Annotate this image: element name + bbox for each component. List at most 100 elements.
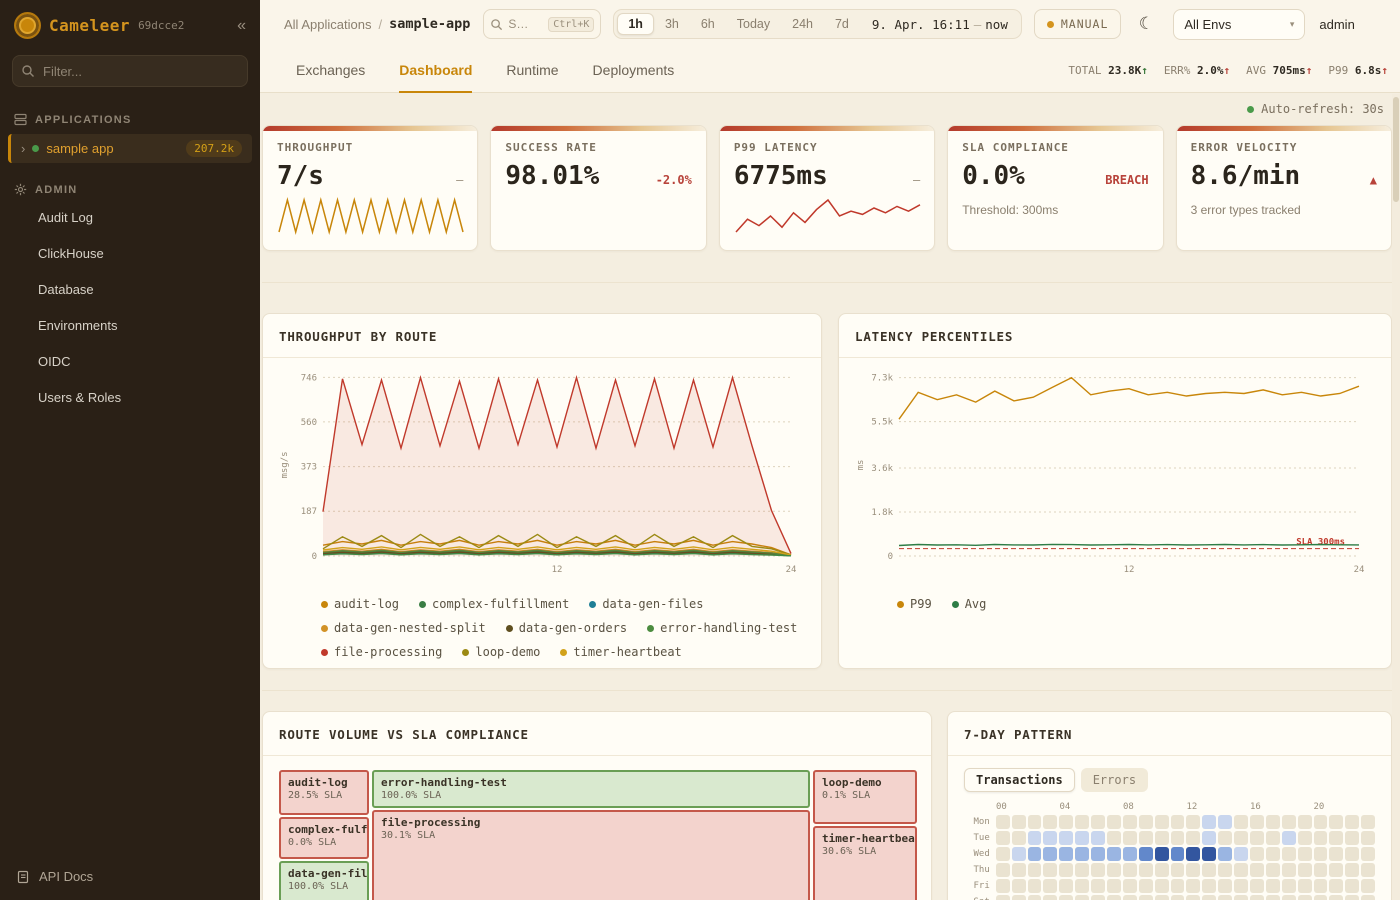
tab-dashboard[interactable]: Dashboard bbox=[399, 48, 472, 92]
manual-label: MANUAL bbox=[1061, 17, 1109, 31]
kpi-value-row: 0.0%BREACH bbox=[962, 161, 1148, 191]
toggle-errors[interactable]: Errors bbox=[1081, 768, 1148, 792]
tab-deployments[interactable]: Deployments bbox=[593, 48, 675, 92]
legend-item-file-processing[interactable]: file-processing bbox=[321, 645, 442, 659]
time-range-1h[interactable]: 1h bbox=[617, 13, 654, 35]
treemap-cell-timer-heartbeat[interactable]: timer-heartbeat30.6% SLA bbox=[813, 826, 917, 900]
env-select-value: All Envs bbox=[1184, 17, 1231, 32]
scrollbar[interactable] bbox=[1392, 94, 1400, 900]
heat-cell bbox=[1298, 815, 1312, 829]
search-box[interactable]: S… Ctrl+K bbox=[483, 9, 601, 39]
time-range-7d[interactable]: 7d bbox=[824, 13, 860, 35]
heat-cell bbox=[1107, 847, 1121, 861]
legend-item-timer-heartbeat[interactable]: timer-heartbeat bbox=[560, 645, 681, 659]
svg-text:0: 0 bbox=[312, 552, 317, 562]
heat-cell bbox=[1012, 895, 1026, 900]
env-select[interactable]: All Envs ▾ bbox=[1173, 9, 1305, 40]
heat-cell bbox=[1314, 847, 1328, 861]
legend-item-error-handling-test[interactable]: error-handling-test bbox=[647, 621, 797, 635]
heat-cell bbox=[1012, 815, 1026, 829]
heat-cell bbox=[1282, 863, 1296, 877]
heat-cell bbox=[1282, 879, 1296, 893]
legend-label: data-gen-files bbox=[602, 597, 703, 611]
tab-exchanges[interactable]: Exchanges bbox=[296, 48, 365, 92]
sidebar-item-clickhouse[interactable]: ClickHouse bbox=[0, 239, 260, 269]
treemap-cell-sla: 100.0% SLA bbox=[381, 790, 801, 801]
legend-dot bbox=[647, 625, 654, 632]
sidebar-item-sample-app[interactable]: › sample app 207.2k bbox=[8, 134, 252, 163]
heat-cell bbox=[1329, 815, 1343, 829]
chevron-right-icon: › bbox=[21, 142, 25, 155]
time-range-6h[interactable]: 6h bbox=[690, 13, 726, 35]
heat-cell bbox=[1186, 847, 1200, 861]
manual-refresh-button[interactable]: MANUAL bbox=[1034, 9, 1122, 39]
sidebar-item-users-roles[interactable]: Users & Roles bbox=[0, 383, 260, 413]
tabs: Exchanges Dashboard Runtime Deployments bbox=[296, 48, 674, 92]
legend-dot bbox=[589, 601, 596, 608]
heat-cell bbox=[1123, 831, 1137, 845]
legend-item-avg[interactable]: Avg bbox=[952, 597, 987, 611]
scrollbar-thumb[interactable] bbox=[1393, 97, 1399, 202]
sidebar-filter bbox=[12, 55, 248, 87]
heat-cell bbox=[1250, 815, 1264, 829]
sidebar-item-audit-log[interactable]: Audit Log bbox=[0, 203, 260, 233]
kpi-card-throughput: THROUGHPUT7/s– bbox=[262, 125, 478, 251]
treemap-cell-error-handling-test[interactable]: error-handling-test100.0% SLA bbox=[372, 770, 810, 808]
svg-text:3.6k: 3.6k bbox=[871, 464, 893, 474]
heat-cell bbox=[1123, 815, 1137, 829]
heat-cell bbox=[1075, 847, 1089, 861]
api-docs-link[interactable]: API Docs bbox=[0, 853, 260, 900]
heatmap-row: Wed bbox=[964, 847, 1375, 861]
heat-cell bbox=[1266, 831, 1280, 845]
legend-item-data-gen-orders[interactable]: data-gen-orders bbox=[506, 621, 627, 635]
tab-runtime[interactable]: Runtime bbox=[506, 48, 558, 92]
legend-dot bbox=[897, 601, 904, 608]
legend-item-loop-demo[interactable]: loop-demo bbox=[462, 645, 540, 659]
time-range-3h[interactable]: 3h bbox=[654, 13, 690, 35]
treemap-cell-sla: 0.1% SLA bbox=[822, 790, 908, 801]
treemap-cell-complex-fulfil[interactable]: complex-fulfil…0.0% SLA bbox=[279, 817, 369, 859]
app-logo bbox=[14, 12, 41, 39]
heat-cell bbox=[1028, 815, 1042, 829]
hour-label: 04 bbox=[1060, 802, 1074, 812]
heat-cell bbox=[1075, 879, 1089, 893]
heat-cell bbox=[1075, 895, 1089, 900]
top-header: All Applications / sample-app S… Ctrl+K … bbox=[260, 0, 1400, 48]
heat-cell bbox=[1059, 831, 1073, 845]
legend-label: timer-heartbeat bbox=[573, 645, 681, 659]
treemap-cell-loop-demo[interactable]: loop-demo0.1% SLA bbox=[813, 770, 917, 824]
breadcrumb-root[interactable]: All Applications bbox=[284, 17, 371, 32]
sidebar-item-oidc[interactable]: OIDC bbox=[0, 347, 260, 377]
date-range[interactable]: 9. Apr. 16:11–now bbox=[872, 17, 1008, 32]
legend-item-complex-fulfillment[interactable]: complex-fulfillment bbox=[419, 597, 569, 611]
legend-item-p99[interactable]: P99 bbox=[897, 597, 932, 611]
section-divider bbox=[262, 690, 1392, 691]
legend-item-data-gen-nested-split[interactable]: data-gen-nested-split bbox=[321, 621, 486, 635]
filter-input[interactable] bbox=[12, 55, 248, 87]
heat-cell bbox=[1091, 863, 1105, 877]
heat-cell bbox=[1314, 863, 1328, 877]
heat-cell bbox=[1361, 895, 1375, 900]
treemap-cell-data-gen-files[interactable]: data-gen-files100.0% SLA bbox=[279, 861, 369, 900]
heat-cell bbox=[1314, 831, 1328, 845]
treemap-cell-audit-log[interactable]: audit-log28.5% SLA bbox=[279, 770, 369, 815]
user-name[interactable]: admin bbox=[1319, 17, 1354, 32]
admin-section-label: ADMIN bbox=[35, 184, 78, 196]
sidebar-collapse-icon[interactable]: « bbox=[237, 17, 246, 35]
hour-label bbox=[1266, 802, 1280, 812]
sidebar-header: Cameleer 69dcce2 « bbox=[0, 0, 260, 49]
heat-cell bbox=[1250, 863, 1264, 877]
sidebar-item-database[interactable]: Database bbox=[0, 275, 260, 305]
legend-item-data-gen-files[interactable]: data-gen-files bbox=[589, 597, 703, 611]
time-range-today[interactable]: Today bbox=[726, 13, 781, 35]
toggle-transactions[interactable]: Transactions bbox=[964, 768, 1075, 792]
treemap-cell-file-processing[interactable]: file-processing30.1% SLA bbox=[372, 810, 810, 900]
legend-item-audit-log[interactable]: audit-log bbox=[321, 597, 399, 611]
dark-mode-toggle[interactable]: ☾ bbox=[1131, 9, 1161, 39]
sidebar-item-environments[interactable]: Environments bbox=[0, 311, 260, 341]
hour-label bbox=[1218, 802, 1232, 812]
time-range-24h[interactable]: 24h bbox=[781, 13, 824, 35]
heat-cell bbox=[1155, 863, 1169, 877]
heat-cell bbox=[1266, 895, 1280, 900]
kpi-body: ERROR VELOCITY8.6/min▲3 error types trac… bbox=[1177, 131, 1391, 223]
